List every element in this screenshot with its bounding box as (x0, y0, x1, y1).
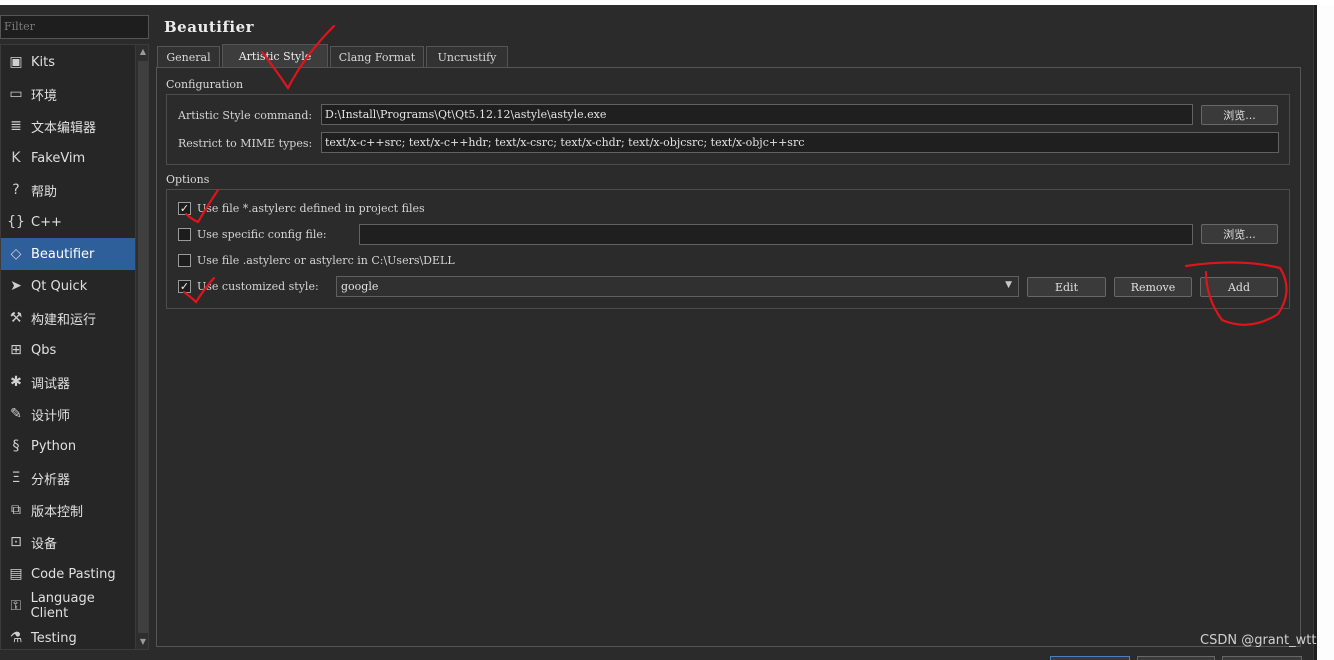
red-annotation-overlay (182, 24, 1288, 326)
annotation-check-project-file (184, 188, 220, 224)
annotation-circle-add (1184, 261, 1288, 326)
annotation-check-custom-style (182, 276, 216, 304)
annotation-check-tab (260, 24, 336, 91)
